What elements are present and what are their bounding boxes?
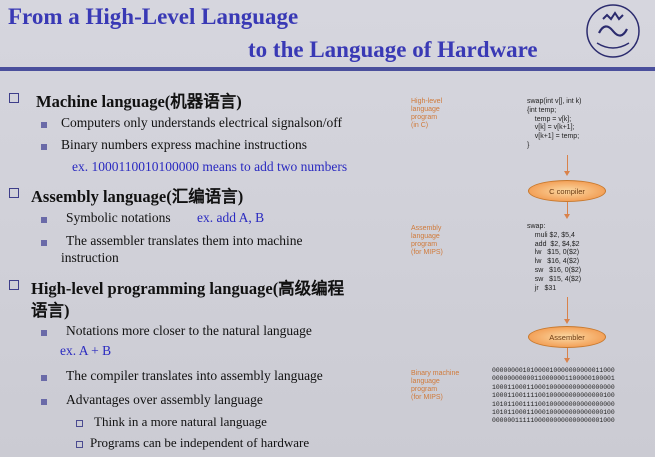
assembly-example: ex. add A, B <box>197 210 265 225</box>
sub-bullet <box>41 217 47 223</box>
university-logo <box>586 4 640 58</box>
diagram-label-binary: Binary machine language program (for MIP… <box>411 370 460 401</box>
diagram-label-assembly: Assembly language program (for MIPS) <box>411 225 443 256</box>
sub-bullet <box>41 375 47 381</box>
flow-arrow <box>567 297 568 321</box>
heading-machine-language: Machine language(机器语言) <box>36 92 242 111</box>
slide: From a High-Level Language to the Langua… <box>0 0 655 457</box>
highlevel-bullet-2: The compiler translates into assembly la… <box>66 368 323 383</box>
heading-high-level-language-cont: 语言) <box>31 301 70 320</box>
section-bullet <box>9 280 19 290</box>
assembly-bullet-2-line1: The assembler translates them into machi… <box>66 233 303 248</box>
sub-bullet <box>41 240 47 246</box>
sub-sub-bullet <box>76 441 83 448</box>
c-compiler-oval: C compiler <box>528 180 606 202</box>
heading-assembly-language: Assembly language(汇编语言) <box>31 187 244 206</box>
slide-title-line1: From a High-Level Language <box>8 4 299 29</box>
highlevel-example: ex. A + B <box>60 343 112 358</box>
sub-bullet <box>41 330 47 336</box>
assembly-bullet-1: Symbolic notations <box>66 210 171 225</box>
assembly-bullet-2-line2: instruction <box>61 250 119 265</box>
assembler-oval: Assembler <box>528 326 606 348</box>
diagram-c-code: swap(int v[], int k) {int temp; temp = v… <box>527 98 582 149</box>
sub-bullet <box>41 144 47 150</box>
advantage-2: Programs can be independent of hardware <box>90 435 310 450</box>
machine-bullet-1: Computers only understands electrical si… <box>61 115 342 130</box>
flow-arrow-head <box>564 214 570 219</box>
diagram-binary-code: 00000000101000010000000000011000 0000000… <box>492 367 615 425</box>
machine-example: ex. 1000110010100000 means to add two nu… <box>72 159 348 174</box>
sub-bullet <box>41 122 47 128</box>
title-divider <box>0 67 655 71</box>
diagram-label-high-level: High-level language program (in C) <box>411 98 443 129</box>
flow-arrow-head <box>564 319 570 324</box>
heading-high-level-language: High-level programming language(高级编程 <box>31 279 345 298</box>
sub-sub-bullet <box>76 420 83 427</box>
sub-bullet <box>41 399 47 405</box>
section-bullet <box>9 188 19 198</box>
highlevel-bullet-1: Notations more closer to the natural lan… <box>66 323 312 338</box>
slide-title-line2: to the Language of Hardware <box>248 37 538 62</box>
flow-arrow-head <box>564 358 570 363</box>
diagram-asm-code: swap: muli $2, $5,4 add $2, $4,$2 lw $15… <box>527 223 582 292</box>
section-bullet <box>9 93 19 103</box>
machine-bullet-2: Binary numbers express machine instructi… <box>61 137 307 152</box>
advantage-1: Think in a more natural language <box>94 414 267 429</box>
highlevel-bullet-3: Advantages over assembly language <box>66 392 263 407</box>
flow-arrow-head <box>564 171 570 176</box>
